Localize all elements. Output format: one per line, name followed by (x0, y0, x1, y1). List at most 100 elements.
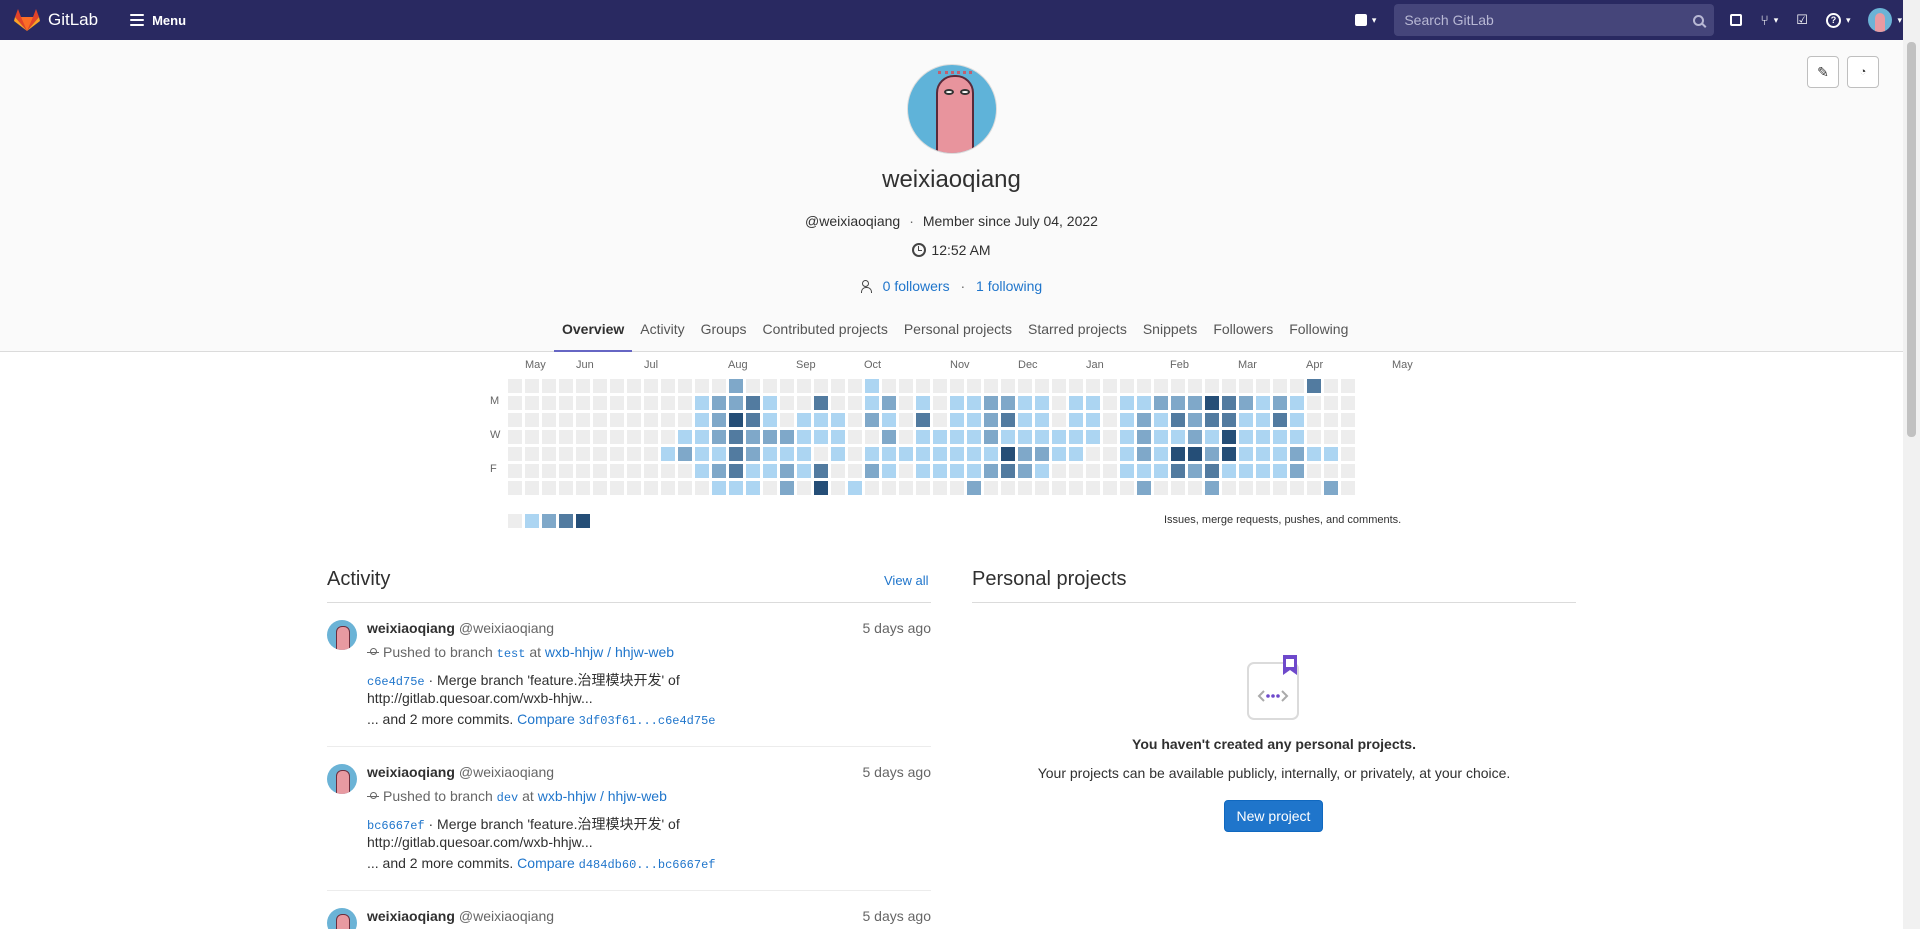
contribution-day-cell[interactable] (1205, 413, 1219, 427)
contribution-day-cell[interactable] (1256, 464, 1270, 478)
contribution-day-cell[interactable] (763, 430, 777, 444)
contribution-day-cell[interactable] (984, 447, 998, 461)
contribution-day-cell[interactable] (746, 481, 760, 495)
contribution-day-cell[interactable] (1137, 396, 1151, 410)
contribution-day-cell[interactable] (984, 413, 998, 427)
contribution-day-cell[interactable] (1324, 396, 1338, 410)
contribution-day-cell[interactable] (559, 430, 573, 444)
contribution-day-cell[interactable] (1273, 464, 1287, 478)
contribution-day-cell[interactable] (559, 447, 573, 461)
search-input[interactable] (1404, 12, 1665, 28)
contribution-day-cell[interactable] (1256, 481, 1270, 495)
contribution-day-cell[interactable] (933, 430, 947, 444)
contribution-day-cell[interactable] (1086, 481, 1100, 495)
contribution-day-cell[interactable] (831, 447, 845, 461)
contribution-day-cell[interactable] (1307, 481, 1321, 495)
contribution-day-cell[interactable] (678, 379, 692, 393)
tab-followers[interactable]: Followers (1205, 309, 1281, 352)
contribution-day-cell[interactable] (1018, 464, 1032, 478)
contribution-day-cell[interactable] (1341, 396, 1355, 410)
following-link[interactable]: 1 following (976, 278, 1042, 294)
issues-button[interactable] (1730, 14, 1743, 26)
contribution-day-cell[interactable] (644, 379, 658, 393)
contribution-day-cell[interactable] (610, 447, 624, 461)
contribution-day-cell[interactable] (525, 447, 539, 461)
compare-link[interactable]: Compare d484db60...bc6667ef (517, 855, 715, 872)
contribution-day-cell[interactable] (1154, 464, 1168, 478)
contribution-day-cell[interactable] (542, 430, 556, 444)
contribution-day-cell[interactable] (1103, 430, 1117, 444)
contribution-day-cell[interactable] (1001, 447, 1015, 461)
contribution-day-cell[interactable] (950, 413, 964, 427)
contribution-day-cell[interactable] (984, 396, 998, 410)
event-author[interactable]: weixiaoqiang @weixiaoqiang (367, 764, 554, 780)
contribution-day-cell[interactable] (1188, 413, 1202, 427)
contribution-day-cell[interactable] (746, 413, 760, 427)
contribution-day-cell[interactable] (797, 396, 811, 410)
contribution-day-cell[interactable] (661, 396, 675, 410)
contribution-day-cell[interactable] (797, 447, 811, 461)
contribution-day-cell[interactable] (542, 396, 556, 410)
contribution-day-cell[interactable] (1052, 464, 1066, 478)
contribution-day-cell[interactable] (712, 396, 726, 410)
contribution-day-cell[interactable] (1222, 379, 1236, 393)
contribution-day-cell[interactable] (1324, 413, 1338, 427)
contribution-day-cell[interactable] (1222, 396, 1236, 410)
contribution-day-cell[interactable] (1171, 464, 1185, 478)
contribution-day-cell[interactable] (1154, 447, 1168, 461)
project-link[interactable]: wxb-hhjw / hhjw-web (545, 644, 674, 660)
contribution-day-cell[interactable] (1324, 481, 1338, 495)
contribution-day-cell[interactable] (661, 413, 675, 427)
contribution-day-cell[interactable] (1324, 379, 1338, 393)
contribution-day-cell[interactable] (644, 447, 658, 461)
compare-link[interactable]: Compare 3df03f61...c6e4d75e (517, 711, 715, 728)
contribution-day-cell[interactable] (865, 464, 879, 478)
contribution-day-cell[interactable] (678, 447, 692, 461)
contribution-day-cell[interactable] (950, 481, 964, 495)
contribution-day-cell[interactable] (1239, 447, 1253, 461)
contribution-day-cell[interactable] (967, 413, 981, 427)
contribution-day-cell[interactable] (525, 481, 539, 495)
contribution-day-cell[interactable] (542, 481, 556, 495)
contribution-day-cell[interactable] (1120, 481, 1134, 495)
contribution-day-cell[interactable] (559, 413, 573, 427)
contribution-day-cell[interactable] (695, 379, 709, 393)
contribution-day-cell[interactable] (1307, 413, 1321, 427)
project-link[interactable]: wxb-hhjw / hhjw-web (538, 788, 667, 804)
contribution-day-cell[interactable] (831, 481, 845, 495)
contribution-day-cell[interactable] (1307, 447, 1321, 461)
contribution-day-cell[interactable] (1307, 430, 1321, 444)
tab-overview[interactable]: Overview (554, 309, 633, 352)
contribution-day-cell[interactable] (1239, 396, 1253, 410)
contribution-day-cell[interactable] (695, 396, 709, 410)
contribution-day-cell[interactable] (1188, 447, 1202, 461)
contribution-day-cell[interactable] (1120, 379, 1134, 393)
contribution-day-cell[interactable] (508, 413, 522, 427)
contribution-day-cell[interactable] (1001, 481, 1015, 495)
event-avatar[interactable] (327, 908, 357, 929)
contribution-day-cell[interactable] (831, 464, 845, 478)
contribution-day-cell[interactable] (831, 430, 845, 444)
contribution-day-cell[interactable] (797, 481, 811, 495)
contribution-day-cell[interactable] (1205, 396, 1219, 410)
contribution-day-cell[interactable] (593, 430, 607, 444)
contribution-day-cell[interactable] (899, 396, 913, 410)
contribution-day-cell[interactable] (1001, 379, 1015, 393)
contribution-day-cell[interactable] (1018, 481, 1032, 495)
gitlab-logo[interactable]: GitLab (14, 8, 98, 32)
event-author[interactable]: weixiaoqiang @weixiaoqiang (367, 908, 554, 924)
contribution-day-cell[interactable] (865, 396, 879, 410)
contribution-day-cell[interactable] (967, 379, 981, 393)
contribution-day-cell[interactable] (1103, 396, 1117, 410)
contribution-day-cell[interactable] (1273, 379, 1287, 393)
contribution-day-cell[interactable] (916, 447, 930, 461)
contribution-day-cell[interactable] (1018, 430, 1032, 444)
contribution-day-cell[interactable] (542, 464, 556, 478)
contribution-day-cell[interactable] (967, 430, 981, 444)
contribution-day-cell[interactable] (661, 430, 675, 444)
contribution-day-cell[interactable] (865, 379, 879, 393)
contribution-day-cell[interactable] (678, 464, 692, 478)
contribution-day-cell[interactable] (627, 464, 641, 478)
contribution-day-cell[interactable] (1222, 464, 1236, 478)
contribution-day-cell[interactable] (1324, 447, 1338, 461)
